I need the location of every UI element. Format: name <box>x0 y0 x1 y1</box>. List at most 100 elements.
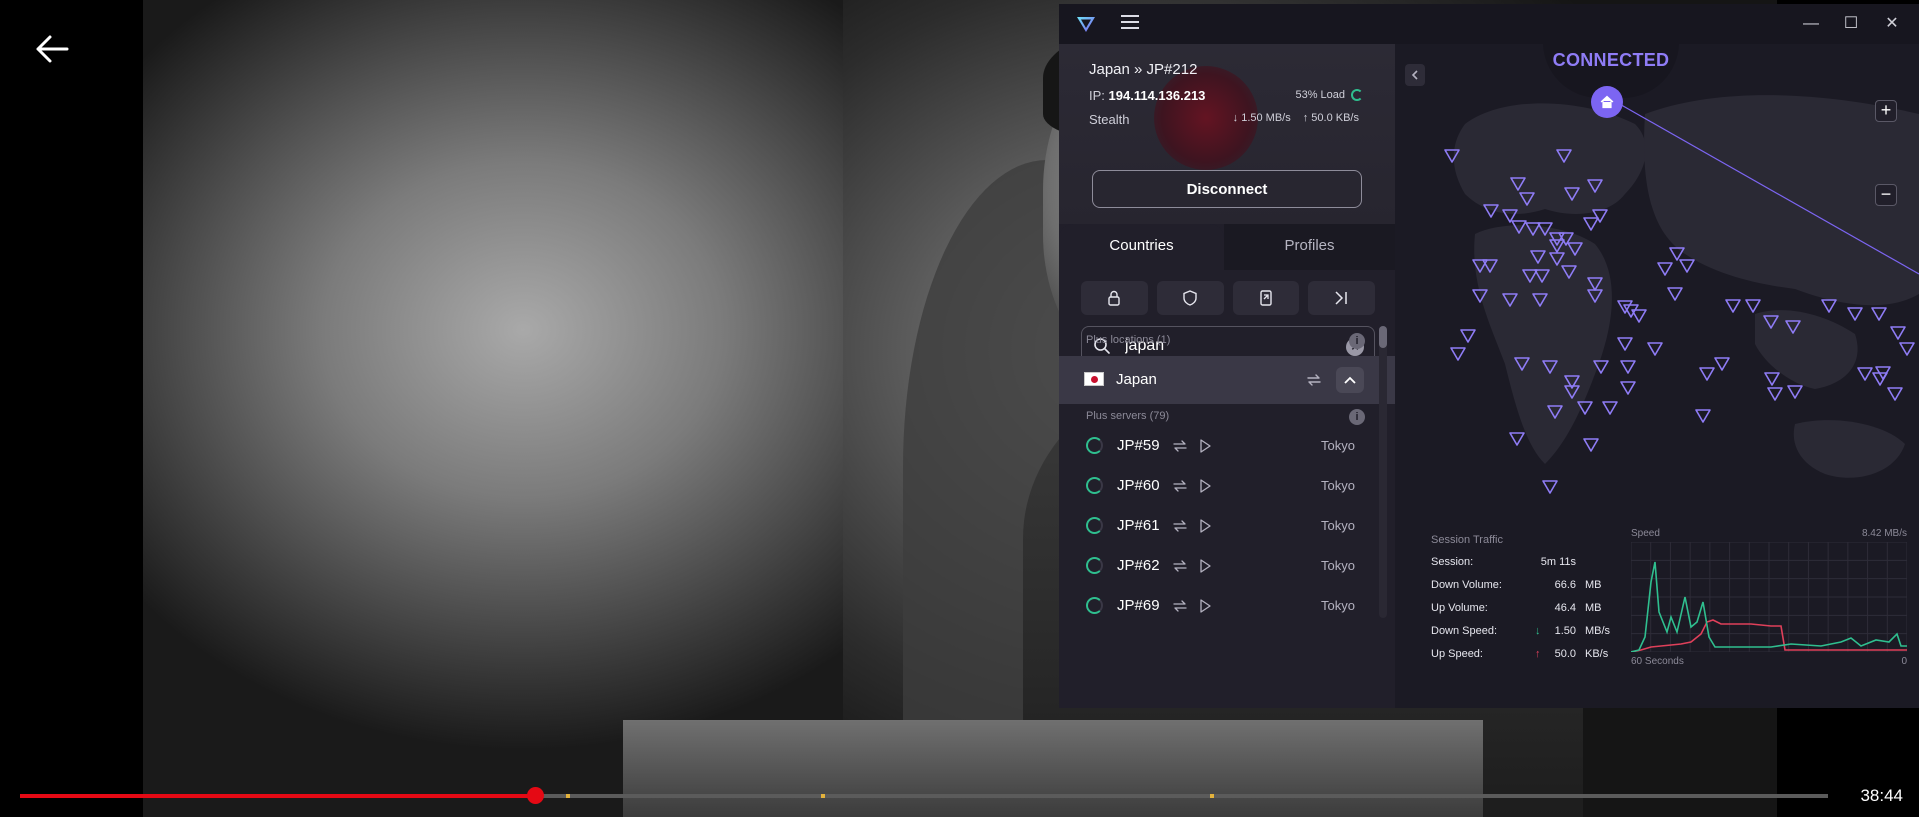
server-panel: Japan » JP#212 IP: 194.114.136.213 53% L… <box>1059 44 1395 708</box>
speed-chart-max: 8.42 MB/s <box>1861 528 1907 539</box>
close-icon[interactable]: ✕ <box>1879 11 1905 37</box>
filter-split-tunnel-button[interactable] <box>1308 281 1375 315</box>
map-landmass <box>1755 310 1858 389</box>
scrollbar-thumb[interactable] <box>1379 326 1387 348</box>
home-icon <box>1600 95 1614 109</box>
traffic-row: Down Speed: ↓ 1.50 MB/s <box>1431 625 1631 648</box>
zoom-in-button[interactable]: + <box>1875 100 1897 122</box>
traffic-unit: MB <box>1585 579 1602 591</box>
traffic-unit: MB <box>1585 602 1602 614</box>
server-row[interactable]: JP#61 Tokyo <box>1059 506 1375 546</box>
arrow-left-icon[interactable] <box>34 34 70 64</box>
server-load-icon <box>1086 437 1103 454</box>
server-pin-icon[interactable] <box>1767 387 1783 401</box>
server-pin-icon[interactable] <box>1871 307 1887 321</box>
chevron-left-icon <box>1411 70 1418 80</box>
maximize-icon[interactable]: ☐ <box>1838 11 1864 37</box>
reconnect-icon[interactable] <box>1172 598 1188 614</box>
server-pin-icon[interactable] <box>1542 480 1558 494</box>
tab-countries[interactable]: Countries <box>1059 224 1224 270</box>
server-pin-icon[interactable] <box>1787 385 1803 399</box>
server-name: JP#62 <box>1117 557 1160 574</box>
traffic-label: Down Speed: <box>1431 625 1498 637</box>
tab-profiles[interactable]: Profiles <box>1224 224 1395 270</box>
server-pin-icon[interactable] <box>1821 299 1837 313</box>
server-pin-icon[interactable] <box>1695 409 1711 423</box>
server-pin-icon[interactable] <box>1647 342 1663 356</box>
server-pin-icon[interactable] <box>1450 347 1466 361</box>
upload-speed: ↑ 50.0 KB/s <box>1302 112 1359 124</box>
scrollbar[interactable] <box>1379 326 1387 618</box>
filter-lock-button[interactable] <box>1081 281 1148 315</box>
server-pin-icon[interactable] <box>1617 337 1633 351</box>
ip-row: IP: 194.114.136.213 <box>1089 88 1205 103</box>
server-pin-icon[interactable] <box>1583 438 1599 452</box>
server-load-icon <box>1086 477 1103 494</box>
server-row[interactable]: JP#59 Tokyo <box>1059 426 1375 466</box>
hamburger-menu-icon[interactable] <box>1121 15 1139 31</box>
info-icon[interactable]: i <box>1349 333 1365 349</box>
server-pin-icon[interactable] <box>1847 307 1863 321</box>
connection-title: Japan » JP#212 <box>1089 61 1198 78</box>
reconnect-icon[interactable] <box>1172 558 1188 574</box>
server-pin-icon[interactable] <box>1745 299 1761 313</box>
reconnect-icon[interactable] <box>1172 478 1188 494</box>
server-pin-icon[interactable] <box>1714 357 1730 371</box>
country-row-japan[interactable]: Japan <box>1059 356 1395 404</box>
server-pin-icon[interactable] <box>1657 262 1673 276</box>
video-desk <box>623 720 1483 817</box>
filter-shield-button[interactable] <box>1156 281 1224 315</box>
server-pin-icon[interactable] <box>1509 432 1525 446</box>
collapse-panel-button[interactable] <box>1405 64 1425 86</box>
server-pin-icon[interactable] <box>1857 367 1873 381</box>
chevron-up-icon <box>1344 376 1356 384</box>
play-icon[interactable] <box>1198 598 1212 614</box>
server-load-icon <box>1086 557 1103 574</box>
server-pin-icon[interactable] <box>1583 217 1599 231</box>
server-pin-icon[interactable] <box>1887 387 1903 401</box>
connection-header: Japan » JP#212 IP: 194.114.136.213 53% L… <box>1059 44 1395 224</box>
speed-chart: Speed 8.42 MB/s 60 Seconds 0 <box>1631 528 1907 668</box>
server-row[interactable]: JP#69 Tokyo <box>1059 586 1375 626</box>
server-city: Tokyo <box>1321 598 1355 613</box>
play-icon[interactable] <box>1198 438 1212 454</box>
play-icon[interactable] <box>1198 518 1212 534</box>
server-pin-icon[interactable] <box>1725 299 1741 313</box>
collapse-country-button[interactable] <box>1336 367 1364 393</box>
zoom-out-button[interactable]: − <box>1875 184 1897 206</box>
plus-servers-label: Plus servers (79) <box>1086 410 1170 422</box>
play-icon[interactable] <box>1198 558 1212 574</box>
traffic-row: Up Volume: 46.4 MB <box>1431 602 1631 625</box>
server-pin-icon[interactable] <box>1679 259 1695 273</box>
progress-fill <box>20 794 536 798</box>
tab-bar: Countries Profiles <box>1059 224 1395 270</box>
progress-bar[interactable] <box>20 787 1828 804</box>
server-pin-icon[interactable] <box>1699 367 1715 381</box>
server-pin-icon[interactable] <box>1667 287 1683 301</box>
reconnect-icon[interactable] <box>1305 371 1323 389</box>
info-icon[interactable]: i <box>1349 409 1365 425</box>
minimize-icon[interactable]: — <box>1798 11 1824 37</box>
server-pin-icon[interactable] <box>1890 326 1906 340</box>
traffic-value: 66.6 <box>1554 579 1576 591</box>
server-pin-icon[interactable] <box>1620 360 1636 374</box>
server-pin-icon[interactable] <box>1899 342 1915 356</box>
shield-icon <box>1183 290 1197 306</box>
server-pin-icon[interactable] <box>1764 372 1780 386</box>
server-city: Tokyo <box>1321 558 1355 573</box>
server-pin-icon[interactable] <box>1620 381 1636 395</box>
server-row[interactable]: JP#62 Tokyo <box>1059 546 1375 586</box>
server-row[interactable]: JP#60 Tokyo <box>1059 466 1375 506</box>
reconnect-icon[interactable] <box>1172 518 1188 534</box>
server-pin-icon[interactable] <box>1602 401 1618 415</box>
server-city: Tokyo <box>1321 478 1355 493</box>
server-pin-icon[interactable] <box>1460 329 1476 343</box>
server-name: JP#60 <box>1117 477 1160 494</box>
home-location-button[interactable] <box>1591 86 1623 118</box>
filter-secure-core-button[interactable] <box>1232 281 1300 315</box>
reconnect-icon[interactable] <box>1172 438 1188 454</box>
play-icon[interactable] <box>1198 478 1212 494</box>
speed-chart-duration: 60 Seconds <box>1631 656 1684 667</box>
disconnect-button[interactable]: Disconnect <box>1092 170 1362 208</box>
lock-icon <box>1108 290 1121 306</box>
